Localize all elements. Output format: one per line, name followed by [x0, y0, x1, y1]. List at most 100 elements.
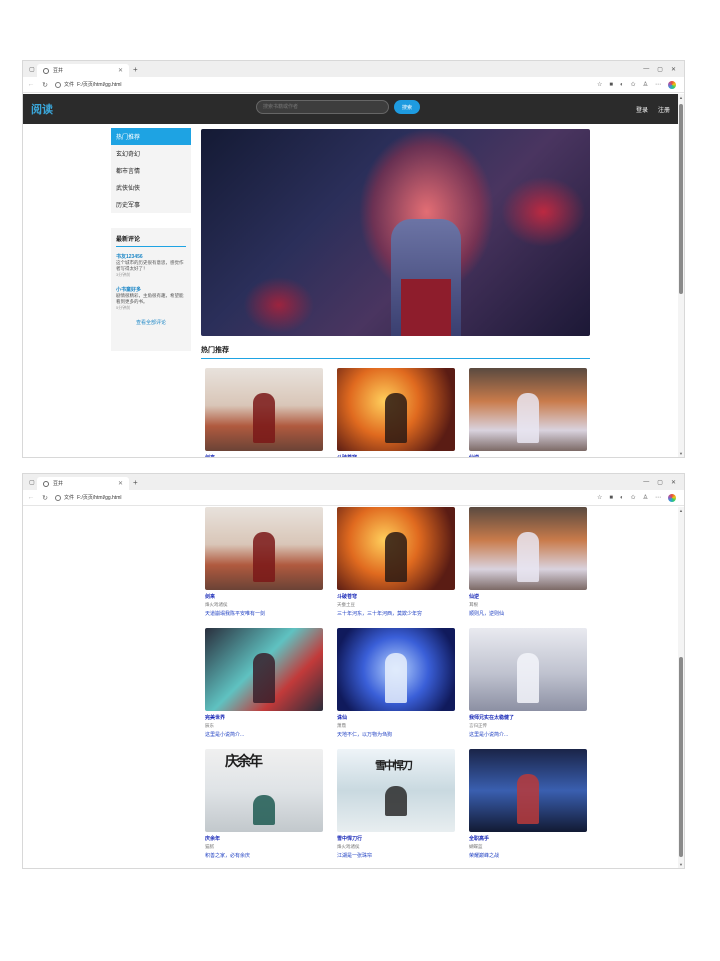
maximize-icon[interactable]: ▢ — [657, 479, 663, 486]
tab-actions-icon[interactable]: ▢ — [27, 477, 37, 487]
category-item-hot[interactable]: 热门推荐 — [111, 128, 191, 145]
minimize-icon[interactable]: — — [643, 66, 649, 73]
url-text: F:/页页/html/gg.html — [77, 495, 122, 501]
scroll-thumb[interactable] — [679, 657, 683, 857]
book-cover[interactable] — [469, 749, 587, 832]
close-window-icon[interactable]: ✕ — [671, 479, 676, 486]
book-desc: 天道崩塌我陈平安唯有一剑 — [205, 611, 266, 617]
copilot-icon[interactable]: ◐ — [620, 495, 624, 501]
book-title[interactable]: 斗破苍穹 — [337, 593, 455, 600]
back-icon[interactable]: ← — [27, 494, 35, 501]
book-title[interactable]: 雪中悍刀行 — [337, 835, 455, 842]
close-tab-icon[interactable]: ✕ — [118, 480, 123, 487]
hero-banner-image[interactable] — [201, 129, 590, 336]
comment-item: 小书童好多 剧情很精彩，主角很有趣，希望能看到更多的书。 5分钟前 — [116, 286, 186, 311]
favorites-icon[interactable]: ✩ — [631, 494, 636, 501]
book-card[interactable]: 斗破苍穹 天蚕土豆 三十年河东，三十年河西，莫欺少年穷 — [337, 507, 455, 628]
new-tab-icon[interactable]: + — [133, 65, 138, 74]
scroll-thumb[interactable] — [679, 104, 683, 294]
book-card[interactable]: 剑来 — [205, 368, 323, 457]
book-card[interactable]: 仙逆 耳根 顺则凡，逆则仙 — [469, 507, 587, 628]
more-comments-link[interactable]: 查看全部评论 — [116, 319, 186, 326]
new-tab-icon[interactable]: + — [133, 478, 138, 487]
close-window-icon[interactable]: ✕ — [671, 66, 676, 73]
book-cover[interactable] — [469, 628, 587, 711]
book-title[interactable]: 诛仙 — [337, 714, 455, 721]
book-cover[interactable] — [205, 628, 323, 711]
book-title[interactable]: 完美世界 — [205, 714, 323, 721]
category-item-fantasy[interactable]: 玄幻奇幻 — [111, 145, 191, 162]
book-card[interactable]: 斗破苍穹 — [337, 368, 455, 457]
category-item-urban[interactable]: 都市言情 — [111, 162, 191, 179]
book-card[interactable]: 庆余年 庆余年 猫腻 积善之家，必有余庆 — [205, 749, 323, 868]
profile-icon[interactable]: ♙ — [643, 494, 648, 501]
book-desc: 江湖是一张珠帘 — [337, 853, 373, 859]
book-cover[interactable] — [337, 368, 455, 451]
book-cover[interactable]: 雪中悍刀 — [337, 749, 455, 832]
book-cover[interactable]: 庆余年 — [205, 749, 323, 832]
browser-tab[interactable]: 豆井 ✕ — [37, 64, 129, 77]
book-card[interactable]: 雪中悍刀 雪中悍刀行 烽火戏诸侯 江湖是一张珠帘 — [337, 749, 455, 868]
search-button[interactable]: 搜索 — [394, 100, 420, 114]
book-title[interactable]: 仙逆 — [469, 593, 587, 600]
book-cover[interactable] — [469, 368, 587, 451]
register-link[interactable]: 注册 — [658, 105, 670, 114]
url-field[interactable]: 文件 F:/页页/html/gg.html — [55, 81, 591, 88]
book-card[interactable]: 全职高手 蝴蝶蓝 荣耀巅峰之战 — [469, 749, 587, 868]
scroll-up-icon[interactable]: ▲ — [678, 95, 684, 100]
maximize-icon[interactable]: ▢ — [657, 66, 663, 73]
favorite-star-icon[interactable]: ☆ — [597, 81, 602, 88]
back-icon[interactable]: ← — [27, 81, 35, 88]
book-card[interactable]: 诛仙 萧鼎 天地不仁，以万物为刍狗 — [337, 628, 455, 749]
cover-figure — [517, 773, 539, 824]
favorites-icon[interactable]: ✩ — [631, 81, 636, 88]
book-title[interactable]: 我师兄实在太稳健了 — [469, 714, 587, 721]
page-scrollbar[interactable]: ▲ ▼ — [678, 94, 684, 457]
favorite-star-icon[interactable]: ☆ — [597, 494, 602, 501]
search-input[interactable] — [256, 100, 389, 114]
category-item-history[interactable]: 历史军事 — [111, 196, 191, 213]
scroll-down-icon[interactable]: ▼ — [678, 451, 684, 456]
page-scrollbar[interactable]: ▲ ▼ — [678, 507, 684, 868]
scroll-up-icon[interactable]: ▲ — [678, 508, 684, 513]
login-link[interactable]: 登录 — [636, 105, 648, 114]
book-card[interactable]: 剑来 烽火戏诸侯 天道崩塌我陈平安唯有一剑 — [205, 507, 323, 628]
refresh-icon[interactable]: ↻ — [41, 81, 49, 89]
copilot-icon[interactable]: ◐ — [620, 82, 624, 88]
profile-icon[interactable]: ♙ — [643, 81, 648, 88]
book-cover[interactable] — [337, 628, 455, 711]
more-icon[interactable]: ⋯ — [655, 494, 661, 501]
refresh-icon[interactable]: ↻ — [41, 494, 49, 502]
more-icon[interactable]: ⋯ — [655, 81, 661, 88]
edge-copilot-icon[interactable] — [668, 80, 676, 89]
book-title[interactable]: 剑来 — [205, 593, 323, 600]
comment-user[interactable]: 书友123456 — [116, 253, 186, 260]
book-cover[interactable] — [205, 507, 323, 590]
info-icon[interactable] — [55, 494, 61, 501]
close-tab-icon[interactable]: ✕ — [118, 67, 123, 74]
minimize-icon[interactable]: — — [643, 479, 649, 486]
site-logo[interactable]: 阅读 — [31, 101, 53, 117]
info-icon[interactable] — [55, 81, 61, 88]
comment-text: 剧情很精彩，主角很有趣，希望能看到更多的书。 — [116, 293, 184, 304]
book-card[interactable]: 我师兄实在太稳健了 言归正传 这里是小说简介... — [469, 628, 587, 749]
book-cover[interactable] — [205, 368, 323, 451]
browser-tab[interactable]: 豆井 ✕ — [37, 477, 129, 490]
book-card[interactable]: 完美世界 辰东 这里是小说简介... — [205, 628, 323, 749]
scroll-down-icon[interactable]: ▼ — [678, 862, 684, 867]
edge-copilot-icon[interactable] — [668, 493, 676, 502]
extension-icon[interactable]: ■ — [609, 82, 613, 88]
comment-user[interactable]: 小书童好多 — [116, 286, 186, 293]
book-title[interactable]: 斗破苍穹 — [337, 454, 455, 457]
book-title[interactable]: 剑来 — [205, 454, 323, 457]
book-cover[interactable] — [469, 507, 587, 590]
url-field[interactable]: 文件 F:/页页/html/gg.html — [55, 494, 591, 501]
book-title[interactable]: 庆余年 — [205, 835, 323, 842]
category-item-wuxia[interactable]: 武侠仙侠 — [111, 179, 191, 196]
book-title[interactable]: 仙逆 — [469, 454, 587, 457]
book-cover[interactable] — [337, 507, 455, 590]
book-card[interactable]: 仙逆 — [469, 368, 587, 457]
extension-icon[interactable]: ■ — [609, 495, 613, 501]
tab-actions-icon[interactable]: ▢ — [27, 64, 37, 74]
book-title[interactable]: 全职高手 — [469, 835, 587, 842]
